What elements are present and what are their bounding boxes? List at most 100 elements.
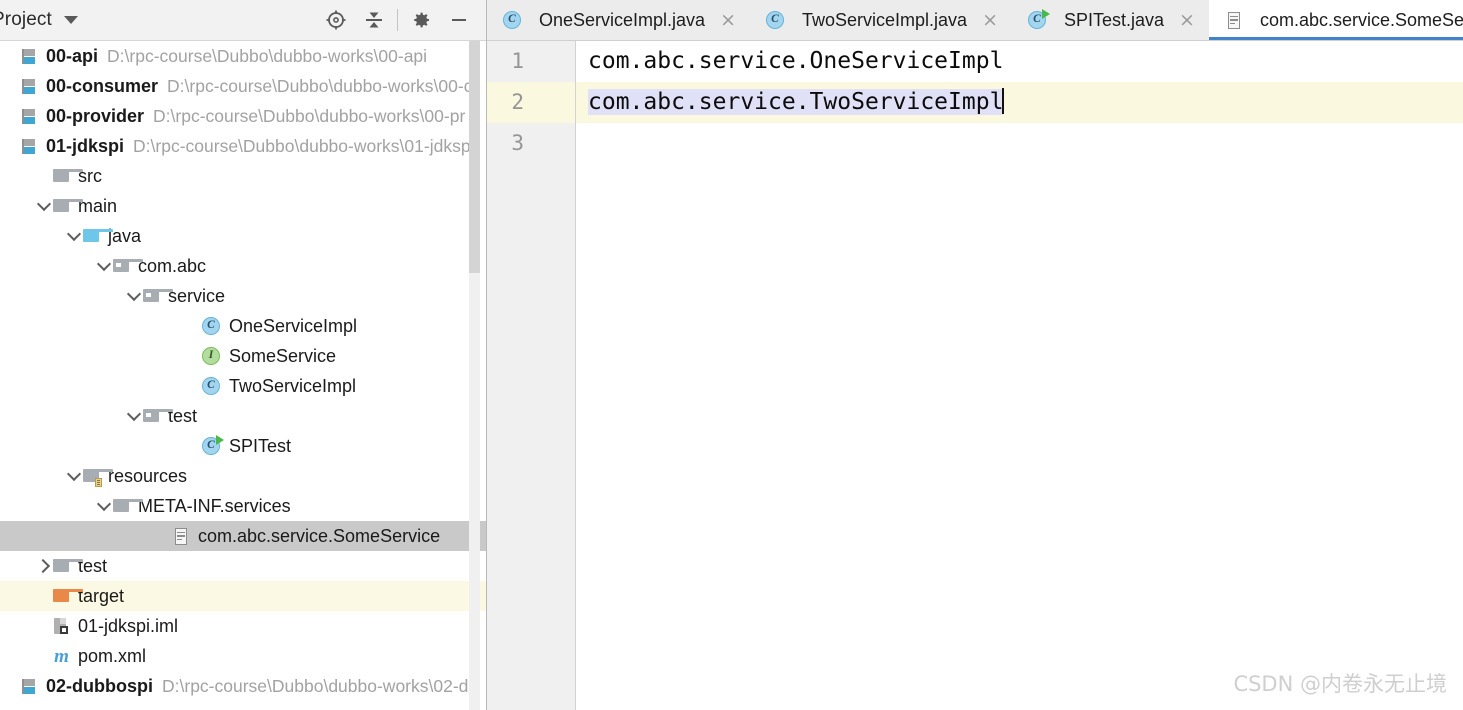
editor-tab-label: com.abc.service.SomeService xyxy=(1259,9,1463,30)
select-opened-file-icon[interactable] xyxy=(317,3,355,37)
tree-row[interactable]: C SPITest xyxy=(0,431,486,461)
java-class-icon: C xyxy=(766,10,786,30)
tree-row[interactable]: target xyxy=(0,581,486,611)
chevron-down-icon[interactable] xyxy=(126,408,142,424)
tree-row[interactable]: META-INF.services xyxy=(0,491,486,521)
module-icon xyxy=(22,138,39,155)
tree-row[interactable]: m pom.xml xyxy=(0,641,486,671)
close-icon[interactable]: × xyxy=(1179,10,1195,30)
editor-gutter[interactable]: 1 2 3 xyxy=(487,41,576,710)
tree-row-path: D:\rpc-course\Dubbo\dubbo-works\00-pr xyxy=(153,105,466,126)
editor-tab-bar: C OneServiceImpl.java × C TwoServiceImpl.jav… xyxy=(487,0,1463,41)
line-number: 1 xyxy=(511,49,524,73)
chevron-right-icon[interactable] xyxy=(36,558,52,574)
chevron-down-icon[interactable] xyxy=(66,228,82,244)
tree-row-label: target xyxy=(78,586,125,606)
text-file-icon xyxy=(172,527,191,546)
java-interface-icon: I xyxy=(202,346,222,366)
tree-row-path: D:\rpc-course\Dubbo\dubbo-works\00-api xyxy=(107,45,428,66)
tree-row-label: OneServiceImpl xyxy=(229,316,358,336)
project-tree-scrollbar[interactable] xyxy=(469,41,480,710)
close-icon[interactable]: × xyxy=(720,10,736,30)
tree-row[interactable]: 02-dubbospi D:\rpc-course\Dubbo\dubbo-wor… xyxy=(0,671,486,701)
tree-row[interactable]: com.abc.service.SomeService xyxy=(0,521,486,551)
tree-row[interactable]: java xyxy=(0,221,486,251)
module-icon xyxy=(22,48,39,65)
folder-icon xyxy=(52,557,83,576)
editor-tab[interactable]: C SPITest.java × xyxy=(1012,0,1209,40)
tree-row[interactable]: main xyxy=(0,191,486,221)
tree-row-label: 01-jdkspi.iml xyxy=(78,616,179,636)
tree-row-label: 00-provider xyxy=(46,106,145,126)
tree-row[interactable]: 01-jdkspi D:\rpc-course\Dubbo\dubbo-works… xyxy=(0,131,486,161)
tree-row[interactable]: resources xyxy=(0,461,486,491)
watermark-text: CSDN @内卷永无止境 xyxy=(1233,672,1447,696)
code-line[interactable] xyxy=(576,123,1463,164)
package-icon xyxy=(142,407,173,426)
tree-row[interactable]: 01-jdkspi.iml xyxy=(0,611,486,641)
tree-row-label: service xyxy=(168,286,226,306)
editor-text[interactable]: com.abc.service.OneServiceImpl com.abc.se… xyxy=(576,41,1463,710)
tree-row-label: 02-dubbospi xyxy=(46,676,153,696)
chevron-down-icon[interactable] xyxy=(36,198,52,214)
collapse-all-icon[interactable] xyxy=(355,3,393,37)
iml-file-icon xyxy=(52,617,71,636)
tree-row-label: 00-api xyxy=(46,46,99,66)
editor-tab[interactable]: com.abc.service.SomeService× xyxy=(1208,0,1463,40)
code-line[interactable]: com.abc.service.TwoServiceImpl xyxy=(576,82,1463,123)
tree-row[interactable]: 00-consumer D:\rpc-course\Dubbo\dubbo-wor… xyxy=(0,71,486,101)
tree-row[interactable]: src xyxy=(0,161,486,191)
tree-row[interactable]: com.abc xyxy=(0,251,486,281)
tree-row[interactable]: C TwoServiceImpl xyxy=(0,371,486,401)
chevron-down-icon[interactable] xyxy=(66,468,82,484)
chevron-down-icon[interactable] xyxy=(63,16,78,24)
tree-row-path: D:\rpc-course\Dubbo\dubbo-works\01-jdksp xyxy=(133,135,471,156)
tree-row-label: com.abc.service.SomeService xyxy=(198,526,441,546)
tree-row-label: com.abc xyxy=(138,256,207,276)
excluded-folder-icon xyxy=(52,587,83,606)
settings-gear-icon[interactable] xyxy=(402,3,440,37)
java-class-icon: C xyxy=(503,10,523,30)
editor-area: C OneServiceImpl.java × C TwoServiceImpl.jav… xyxy=(487,0,1463,710)
java-runnable-class-icon: C xyxy=(202,435,224,456)
scrollbar-thumb[interactable] xyxy=(469,41,480,273)
module-icon xyxy=(22,108,39,125)
package-icon xyxy=(112,257,143,276)
folder-icon xyxy=(112,497,143,516)
folder-icon xyxy=(52,167,83,186)
tree-row[interactable]: test xyxy=(0,551,486,581)
editor-tab[interactable]: C TwoServiceImpl.java × xyxy=(750,0,1012,40)
project-tree[interactable]: 00-api D:\rpc-course\Dubbo\dubbo-works\00… xyxy=(0,41,486,710)
tree-row-label: 01-jdkspi xyxy=(46,136,125,156)
tree-row[interactable]: service xyxy=(0,281,486,311)
chevron-down-icon[interactable] xyxy=(126,288,142,304)
tree-row[interactable]: test xyxy=(0,401,486,431)
code-line[interactable]: com.abc.service.OneServiceImpl xyxy=(576,41,1463,82)
tree-row[interactable]: 00-api D:\rpc-course\Dubbo\dubbo-works\00… xyxy=(0,41,486,71)
maven-pom-icon: m xyxy=(54,645,69,667)
editor-tab[interactable]: C OneServiceImpl.java × xyxy=(487,0,750,40)
project-panel-header: Project xyxy=(0,0,486,41)
close-icon[interactable]: × xyxy=(982,10,998,30)
tree-row[interactable]: I SomeService xyxy=(0,341,486,371)
chevron-down-icon[interactable] xyxy=(96,498,112,514)
project-panel-title-group[interactable]: Project xyxy=(0,9,78,31)
editor-tab-label: SPITest.java xyxy=(1063,9,1165,30)
hide-panel-icon[interactable] xyxy=(440,3,478,37)
tree-row-label: resources xyxy=(108,466,188,486)
tree-row[interactable]: C OneServiceImpl xyxy=(0,311,486,341)
module-icon xyxy=(22,78,39,95)
tree-row-label: SomeService xyxy=(229,346,337,366)
chevron-down-icon[interactable] xyxy=(96,258,112,274)
tree-row[interactable]: 00-provider D:\rpc-course\Dubbo\dubbo-wor… xyxy=(0,101,486,131)
